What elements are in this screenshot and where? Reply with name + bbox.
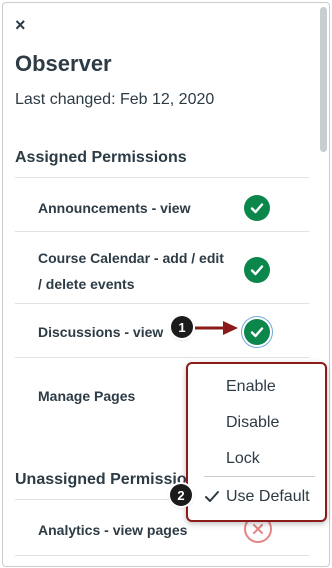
menu-item-disable[interactable]: Disable <box>226 414 279 432</box>
callout-badge-2: 2 <box>170 484 192 506</box>
menu-separator <box>204 476 315 477</box>
annotation-arrow <box>195 321 238 335</box>
section-divider <box>15 177 309 178</box>
scrollbar[interactable] <box>320 7 327 152</box>
enabled-check-icon[interactable] <box>244 319 270 345</box>
enabled-check-icon[interactable] <box>244 195 270 221</box>
menu-item-lock[interactable]: Lock <box>226 450 260 468</box>
role-title: Observer <box>15 51 112 76</box>
permission-label-announcements: Announcements - view <box>38 200 191 216</box>
last-changed-text: Last changed: Feb 12, 2020 <box>15 91 215 108</box>
row-divider <box>15 357 309 358</box>
assigned-permissions-heading: Assigned Permissions <box>15 149 187 166</box>
permission-label-course-calendar: Course Calendar - add / edit / delete ev… <box>38 250 224 292</box>
use-default-label: Use Default <box>226 488 310 505</box>
menu-item-enable[interactable]: Enable <box>226 378 276 396</box>
close-button[interactable]: × <box>15 15 26 35</box>
enabled-check-icon[interactable] <box>244 257 270 283</box>
row-divider <box>15 555 309 556</box>
permission-options-menu: Enable Disable Lock Use Default <box>186 362 327 522</box>
row-divider <box>15 303 309 304</box>
checkmark-icon <box>205 491 219 502</box>
row-divider <box>15 231 309 232</box>
callout-badge-1: 1 <box>171 316 193 338</box>
